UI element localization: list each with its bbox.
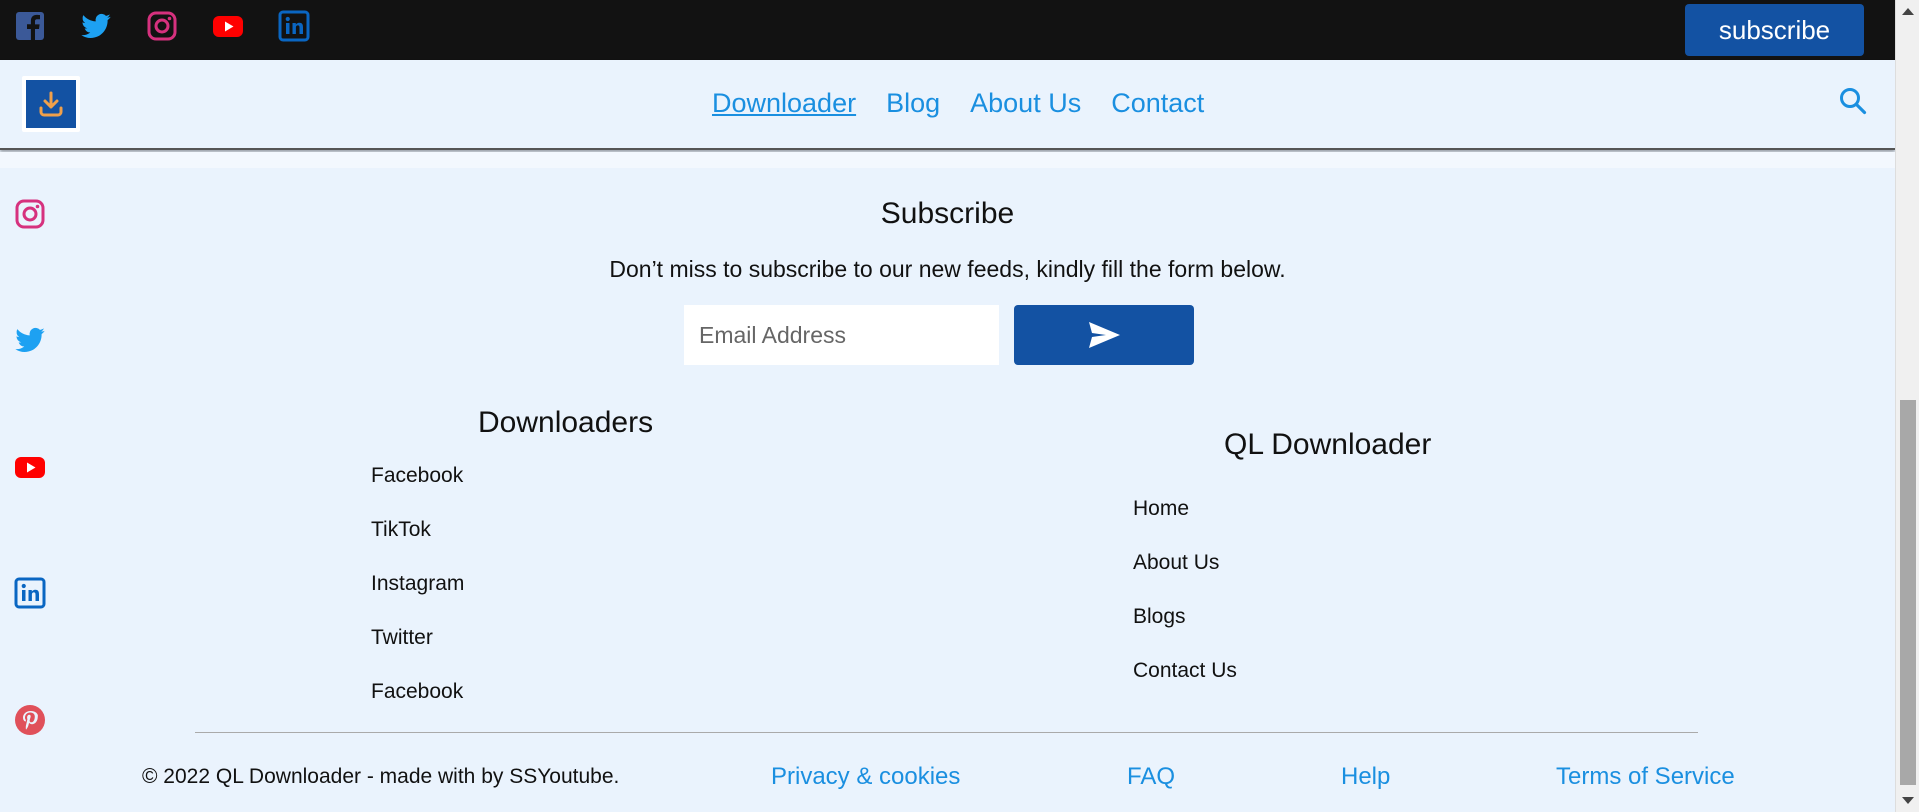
send-button[interactable] xyxy=(1014,305,1194,365)
send-icon xyxy=(1089,322,1120,348)
footer-link-faq[interactable]: FAQ xyxy=(1127,763,1175,791)
ql-downloader-title: QL Downloader xyxy=(1224,428,1432,461)
ql-link-contact-us[interactable]: Contact Us xyxy=(1133,659,1237,683)
top-social-links xyxy=(14,10,310,42)
download-icon xyxy=(26,80,76,128)
scroll-down-arrow-icon[interactable] xyxy=(1902,797,1914,804)
nav-link-downloader[interactable]: Downloader xyxy=(712,88,856,119)
downloader-link-instagram[interactable]: Instagram xyxy=(371,572,464,596)
linkedin-icon[interactable] xyxy=(278,10,310,42)
nav-link-contact[interactable]: Contact xyxy=(1111,88,1204,119)
main-nav: Downloader Blog About Us Contact xyxy=(712,88,1204,119)
downloader-link-facebook[interactable]: Facebook xyxy=(371,464,463,488)
top-bar: subscribe xyxy=(0,0,1895,60)
linkedin-icon[interactable] xyxy=(14,577,46,609)
scroll-up-arrow-icon[interactable] xyxy=(1902,8,1914,15)
twitter-icon[interactable] xyxy=(80,10,112,42)
downloader-link-twitter[interactable]: Twitter xyxy=(371,626,433,650)
ql-link-home[interactable]: Home xyxy=(1133,497,1189,521)
youtube-icon[interactable] xyxy=(212,10,244,42)
ql-link-about-us[interactable]: About Us xyxy=(1133,551,1219,575)
page-scrollbar[interactable] xyxy=(1895,0,1919,812)
pinterest-icon[interactable] xyxy=(14,704,46,736)
footer-link-privacy[interactable]: Privacy & cookies xyxy=(771,763,960,791)
nav-link-about-us[interactable]: About Us xyxy=(970,88,1081,119)
twitter-icon[interactable] xyxy=(14,324,46,356)
scrollbar-thumb[interactable] xyxy=(1900,400,1916,785)
search-icon[interactable] xyxy=(1838,86,1868,116)
footer-link-help[interactable]: Help xyxy=(1341,763,1390,791)
footer-link-terms[interactable]: Terms of Service xyxy=(1556,763,1735,791)
subscribe-button[interactable]: subscribe xyxy=(1685,4,1864,56)
downloaders-title: Downloaders xyxy=(478,406,654,439)
site-logo[interactable] xyxy=(22,76,80,132)
instagram-icon[interactable] xyxy=(146,10,178,42)
footer-divider xyxy=(195,732,1698,733)
youtube-icon[interactable] xyxy=(14,451,46,483)
downloader-link-tiktok[interactable]: TikTok xyxy=(371,518,431,542)
nav-link-blog[interactable]: Blog xyxy=(886,88,940,119)
nav-bar: Downloader Blog About Us Contact xyxy=(0,60,1895,150)
ql-link-blogs[interactable]: Blogs xyxy=(1133,605,1186,629)
subscribe-title: Subscribe xyxy=(880,197,1015,230)
subscribe-description: Don’t miss to subscribe to our new feeds… xyxy=(609,256,1286,282)
facebook-icon[interactable] xyxy=(14,10,46,42)
downloader-link-facebook-2[interactable]: Facebook xyxy=(371,680,463,704)
nav-shadow-strip xyxy=(0,152,1895,168)
email-field[interactable] xyxy=(684,305,999,365)
copyright-text: © 2022 QL Downloader - made with by SSYo… xyxy=(142,765,620,788)
